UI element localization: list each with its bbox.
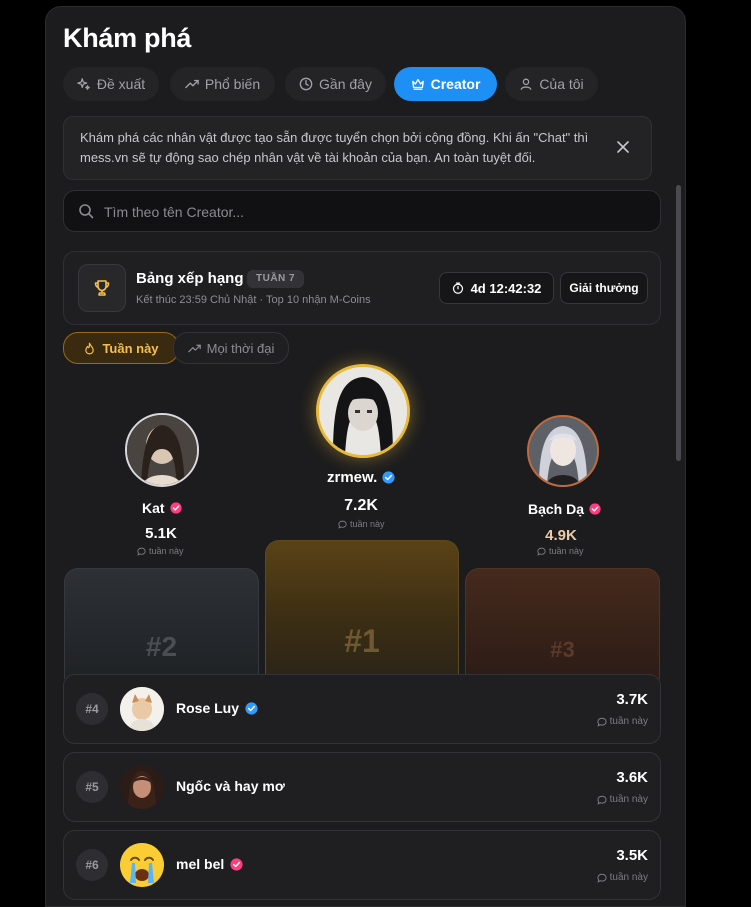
flame-icon [85, 342, 95, 354]
chat-icon [597, 795, 607, 805]
podium-period-1: tuần này [338, 519, 385, 529]
avatar-rank-1[interactable] [316, 364, 410, 458]
avatar-rank-2[interactable] [125, 413, 199, 487]
avatar-image [319, 367, 407, 455]
trending-icon [187, 344, 201, 352]
podium-score-2: 5.1K [145, 525, 177, 542]
pedestal-1: #1 [265, 540, 459, 679]
timer-icon [452, 282, 463, 294]
tab-creator[interactable]: Creator [394, 67, 497, 101]
row-rank: #5 [76, 771, 108, 803]
crown-icon [411, 78, 424, 90]
tab-label: Phổ biến [204, 76, 261, 92]
tab-mine[interactable]: Của tôi [505, 67, 598, 101]
verified-pink-icon [230, 857, 243, 871]
podium-period-3: tuần này [537, 546, 584, 556]
search-icon [79, 204, 94, 219]
verified-pink-icon [589, 503, 601, 515]
row-score: 3.5K [616, 847, 648, 864]
search-input[interactable] [102, 191, 646, 233]
countdown-timer: 4d 12:42:32 [439, 272, 554, 304]
verified-pink-icon [169, 502, 182, 514]
tab-label: Creator [430, 76, 481, 92]
row-period: tuần này [597, 794, 648, 805]
row-score: 3.7K [616, 691, 648, 708]
tab-suggested[interactable]: Đề xuất [63, 67, 159, 101]
week-badge: TUẦN 7 [247, 270, 305, 288]
tab-popular[interactable]: Phổ biến [170, 67, 275, 101]
trending-icon [185, 79, 199, 89]
filter-all-time[interactable]: Mọi thời đại [173, 332, 289, 364]
sparkles-icon [77, 78, 90, 90]
leaderboard-subtitle: Kết thúc 23:59 Chủ Nhật · Top 10 nhận M-… [136, 294, 371, 306]
avatar-image [127, 415, 197, 485]
avatar-image [529, 417, 597, 485]
verified-blue-icon [245, 701, 258, 715]
tab-label: Đề xuất [96, 76, 146, 92]
pedestal-3: #3 [465, 568, 660, 679]
creator-search [63, 190, 661, 233]
row-name: mel bel [176, 856, 243, 872]
clock-icon [299, 77, 313, 91]
podium-score-3: 4.9K [545, 527, 577, 544]
podium-name-2: Kat [142, 500, 182, 516]
page-title: Khám phá [63, 23, 192, 53]
chat-icon [137, 547, 146, 556]
leaderboard-header: Bảng xếp hạng TUẦN 7 Kết thúc 23:59 Chủ … [63, 251, 661, 325]
chat-icon [537, 547, 546, 556]
filter-label: Tuần này [102, 340, 159, 356]
row-rank: #4 [76, 693, 108, 725]
pedestal-label-1: #1 [344, 623, 380, 659]
avatar-image [120, 765, 164, 809]
tab-recent[interactable]: Gần đây [285, 67, 386, 101]
info-notice: Khám phá các nhân vật được tạo sẵn được … [63, 116, 652, 180]
avatar-image [120, 687, 164, 731]
row-rank: #6 [76, 849, 108, 881]
avatar [120, 687, 164, 731]
rewards-button[interactable]: Giải thưởng [560, 272, 648, 304]
podium-period-2: tuần này [137, 546, 184, 556]
filter-this-week[interactable]: Tuần này [63, 332, 179, 364]
close-icon[interactable] [615, 139, 631, 155]
avatar [120, 843, 164, 887]
explore-panel: Khám phá Đề xuất Phổ biến Gần đây Creato… [45, 6, 686, 907]
chat-icon [597, 873, 607, 883]
row-period: tuần này [597, 872, 648, 883]
row-name: Rose Luy [176, 700, 258, 716]
podium-name-3: Bạch Dạ [528, 501, 601, 517]
scrollbar-thumb[interactable] [676, 185, 681, 461]
pedestal-2: #2 [64, 568, 259, 679]
podium-name-1: zrmew. [327, 469, 395, 486]
user-icon [520, 78, 532, 90]
trophy-icon [94, 280, 110, 296]
tab-label: Gần đây [319, 76, 372, 92]
leaderboard-title: Bảng xếp hạng [136, 270, 244, 287]
podium-score-1: 7.2K [344, 497, 378, 514]
pedestal-label-2: #2 [145, 631, 178, 662]
leaderboard-row[interactable]: #5 Ngốc và hay mơ 3.6K tuần này [63, 752, 661, 822]
pedestal-label-3: #3 [550, 637, 575, 662]
row-period: tuần này [597, 716, 648, 727]
filter-label: Mọi thời đại [206, 340, 275, 356]
row-name: Ngốc và hay mơ [176, 778, 285, 794]
trophy-badge [78, 264, 126, 312]
timer-value: 4d 12:42:32 [470, 280, 542, 296]
chat-icon [338, 520, 347, 529]
leaderboard-row[interactable]: #6 mel bel 3.5K tuần này [63, 830, 661, 900]
leaderboard-row[interactable]: #4 Rose Luy 3.7K tuần này [63, 674, 661, 744]
verified-blue-icon [382, 471, 395, 484]
avatar [120, 765, 164, 809]
tab-label: Của tôi [539, 76, 584, 92]
notice-text: Khám phá các nhân vật được tạo sẵn được … [80, 130, 589, 165]
chat-icon [597, 717, 607, 727]
row-score: 3.6K [616, 769, 648, 786]
avatar-rank-3[interactable] [527, 415, 599, 487]
crying-face-icon [120, 843, 164, 887]
